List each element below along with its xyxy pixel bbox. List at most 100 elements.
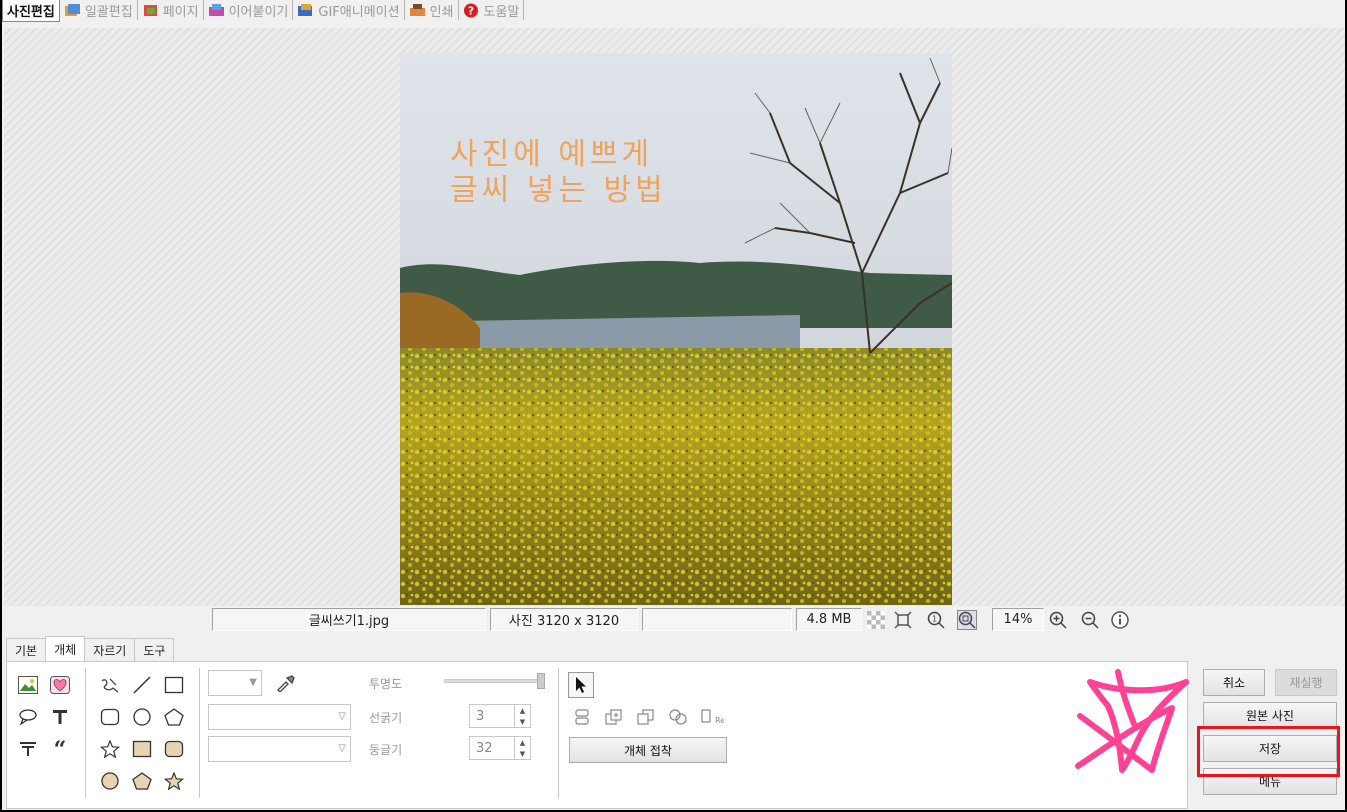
filled-pentagon-icon[interactable]	[129, 768, 155, 794]
spin-up-icon[interactable]: ▲	[520, 707, 525, 715]
insert-image-icon[interactable]	[15, 672, 41, 698]
tab-label: 도움말	[483, 4, 520, 20]
quote-icon[interactable]: “	[47, 736, 73, 762]
tab-page[interactable]: 페이지	[137, 0, 204, 20]
filled-star-icon[interactable]	[161, 768, 187, 794]
opacity-slider[interactable]	[444, 673, 545, 689]
roundness-spinner[interactable]: 32 ▲ ▼	[469, 736, 531, 760]
tab-label: 페이지	[162, 4, 199, 20]
zoom-fit-icon[interactable]	[957, 610, 977, 630]
pentagon-icon[interactable]	[161, 704, 187, 730]
layer-stack-icon[interactable]	[569, 704, 595, 730]
photo-canvas[interactable]: 사진에 예쁘게 글씨 넣는 방법	[4, 28, 1345, 606]
tab-label: GIF애니메이션	[318, 4, 400, 20]
photo-overlay-text[interactable]: 사진에 예쁘게 글씨 넣는 방법	[450, 137, 667, 209]
line-width-spinner[interactable]: 3 ▲ ▼	[469, 704, 531, 728]
line-width-label: 선굵기	[369, 711, 403, 725]
select-arrow-icon[interactable]	[568, 672, 594, 698]
freehand-icon[interactable]	[97, 672, 123, 698]
svg-text:?: ?	[467, 4, 473, 17]
page-icon	[142, 3, 159, 18]
zoom-in-icon[interactable]	[1048, 610, 1068, 630]
edited-photo[interactable]: 사진에 예쁘게 글씨 넣는 방법	[400, 53, 952, 605]
tab-print[interactable]: 인쇄	[404, 0, 459, 20]
tab-tools[interactable]: 도구	[134, 638, 175, 662]
filled-rounded-rect-icon[interactable]	[161, 736, 187, 762]
text-icon[interactable]	[47, 704, 73, 730]
overlay-line-1: 사진에 예쁘게	[450, 137, 654, 172]
overlay-line-2: 글씨 넣는 방법	[450, 173, 667, 208]
status-bar: 글씨쓰기1.jpg 사진 3120 x 3120 4.8 MB 1 14%	[2, 606, 1345, 634]
attach-object-button[interactable]: 개체 접착	[569, 737, 727, 763]
divider	[85, 668, 86, 798]
zoom-out-icon[interactable]	[1080, 610, 1100, 630]
line-icon[interactable]	[129, 672, 155, 698]
info-icon[interactable]	[1110, 610, 1130, 630]
spinner-buttons[interactable]: ▲ ▼	[514, 737, 530, 759]
fit-screen-icon[interactable]	[893, 610, 913, 630]
reset-object-icon[interactable]: Re	[699, 704, 725, 730]
tab-label: 사진편집	[7, 5, 55, 20]
rectangle-icon[interactable]	[161, 672, 187, 698]
dimensions-display: 사진 3120 x 3120	[490, 608, 638, 631]
main-tab-bar: 사진편집 일괄편집 페이지 이어붙이기 GIF애니메이션 인쇄 ? 도움말	[2, 0, 525, 22]
opacity-label: 투명도	[369, 677, 403, 691]
cancel-button[interactable]: 취소	[1203, 669, 1265, 696]
spin-up-icon[interactable]: ▲	[520, 739, 525, 747]
tab-basic[interactable]: 기본	[6, 638, 47, 662]
transparency-icon[interactable]	[866, 610, 886, 630]
text-style-icon[interactable]	[15, 736, 41, 762]
filename-display: 글씨쓰기1.jpg	[212, 608, 486, 631]
fill-style-dropdown[interactable]: ▽	[208, 736, 351, 762]
batch-icon	[64, 3, 81, 18]
spin-down-icon[interactable]: ▼	[520, 718, 525, 726]
opacity-slider-thumb[interactable]	[537, 673, 545, 689]
line-width-value: 3	[476, 708, 485, 724]
filled-rect-icon[interactable]	[129, 736, 155, 762]
spin-down-icon[interactable]: ▼	[520, 750, 525, 758]
tool-tab-bar: 기본 개체 자르기 도구	[6, 636, 175, 662]
photo-image	[400, 53, 952, 605]
svg-text:Re: Re	[715, 716, 724, 725]
zoom-level: 14%	[992, 608, 1044, 631]
sticker-heart-icon[interactable]	[47, 672, 73, 698]
speech-bubble-icon[interactable]	[15, 704, 41, 730]
redo-button[interactable]: 재실행	[1275, 669, 1337, 696]
status-extra	[642, 608, 792, 631]
bring-front-icon[interactable]	[601, 704, 627, 730]
gif-icon	[297, 3, 314, 18]
help-icon: ?	[463, 3, 480, 18]
rounded-rect-icon[interactable]	[97, 704, 123, 730]
chevron-down-icon: ▽	[338, 711, 346, 722]
ellipse-icon[interactable]	[129, 704, 155, 730]
chevron-down-icon: ▼	[249, 677, 257, 688]
eyedropper-icon[interactable]	[273, 670, 299, 696]
color-picker-dropdown[interactable]: ▼	[208, 670, 262, 696]
roundness-label: 둥글기	[369, 743, 403, 757]
chevron-down-icon: ▽	[338, 743, 346, 754]
actual-size-icon[interactable]: 1	[926, 610, 946, 630]
save-highlight-box	[1197, 726, 1340, 777]
tab-gif[interactable]: GIF애니메이션	[293, 0, 405, 20]
spinner-buttons[interactable]: ▲ ▼	[514, 705, 530, 727]
tab-merge[interactable]: 이어붙이기	[203, 0, 294, 20]
pink-star-scribble	[1075, 669, 1189, 773]
divider	[199, 668, 200, 798]
tab-crop[interactable]: 자르기	[84, 638, 136, 662]
original-photo-button[interactable]: 원본 사진	[1203, 702, 1337, 729]
filled-ellipse-icon[interactable]	[97, 768, 123, 794]
filesize-display: 4.8 MB	[796, 608, 862, 631]
divider	[558, 668, 559, 798]
svg-text:“: “	[54, 740, 67, 758]
merge-icon	[208, 3, 225, 18]
star-outline-icon[interactable]	[97, 736, 123, 762]
send-back-icon[interactable]	[633, 704, 659, 730]
group-icon[interactable]	[665, 704, 691, 730]
tab-batch-edit[interactable]: 일괄편집	[59, 0, 138, 20]
tab-object[interactable]: 개체	[45, 636, 86, 662]
tab-help[interactable]: ? 도움말	[458, 0, 525, 20]
tab-photo-edit[interactable]: 사진편집	[2, 0, 60, 22]
object-panel: “ ▼ ▽ ▽ 투명도 선굵기 3 ▲ ▼ 둥글기 32 ▲ ▼ Re 개체 접…	[6, 661, 1188, 809]
line-style-dropdown[interactable]: ▽	[208, 704, 351, 730]
tab-label: 인쇄	[429, 4, 454, 20]
